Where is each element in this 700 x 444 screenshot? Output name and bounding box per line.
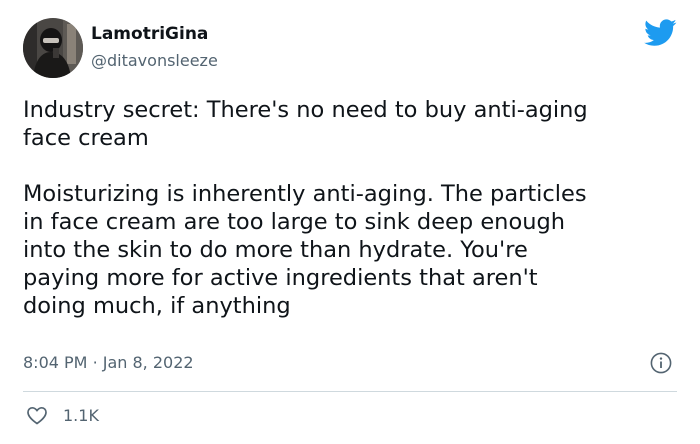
meta-separator: · (92, 353, 98, 372)
display-name[interactable]: LamotriGina (91, 24, 208, 44)
heart-icon (27, 406, 47, 425)
tweet-date: Jan 8, 2022 (102, 353, 194, 372)
twitter-bird-icon[interactable] (644, 19, 677, 47)
user-handle[interactable]: @ditavonsleeze (91, 51, 218, 70)
like-count: 1.1K (63, 405, 99, 425)
avatar-photo (23, 18, 83, 78)
divider (23, 391, 677, 392)
tweet-text: Industry secret: There's no need to buy … (23, 96, 683, 320)
tweet-time: 8:04 PM (23, 353, 88, 372)
like-button[interactable]: 1.1K (25, 403, 99, 427)
timestamp[interactable]: 8:04 PM · Jan 8, 2022 (23, 353, 194, 372)
info-icon[interactable] (650, 352, 672, 374)
tweet-paragraph: Industry secret: There's no need to buy … (23, 97, 588, 151)
avatar[interactable] (23, 18, 83, 78)
tweet-paragraph: Moisturizing is inherently anti-aging. T… (23, 181, 587, 319)
